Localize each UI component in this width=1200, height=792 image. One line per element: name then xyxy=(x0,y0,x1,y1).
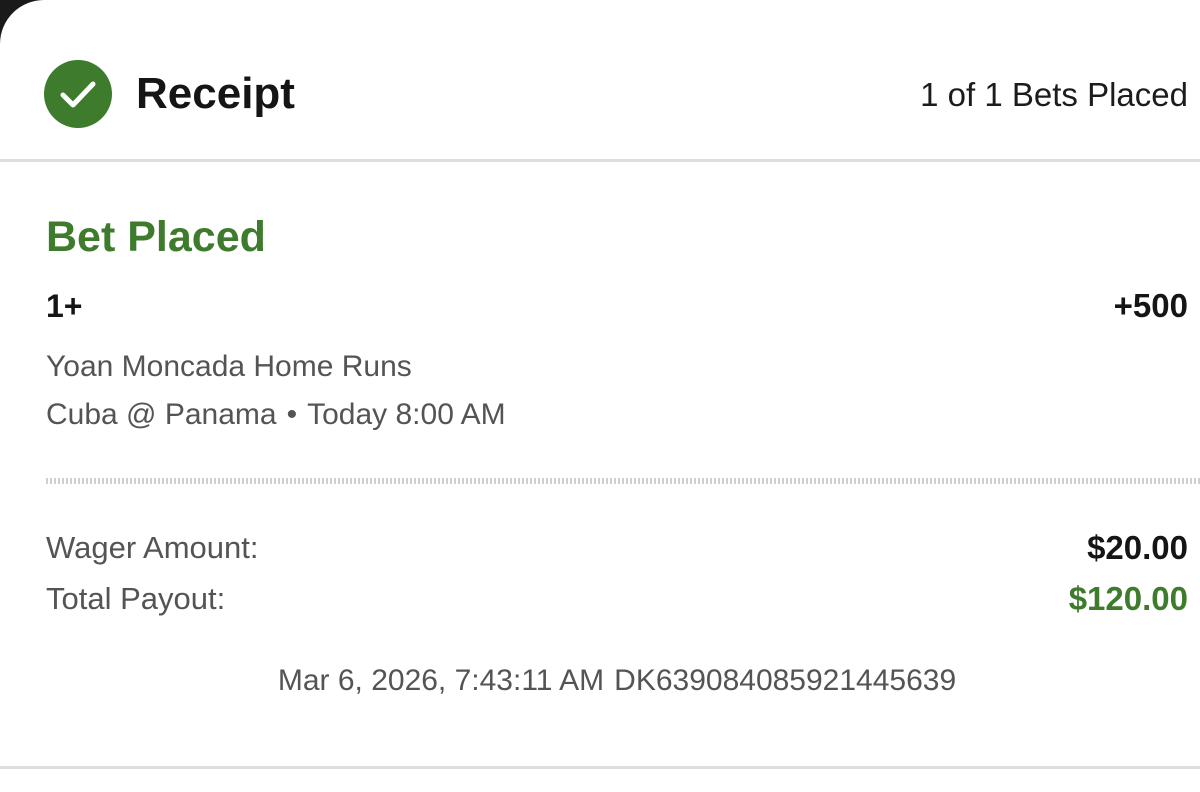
bet-status-title: Bet Placed xyxy=(46,213,266,261)
receipt-sheet: Receipt 1 of 1 Bets Placed Bet Placed 1+… xyxy=(0,0,1200,792)
checkmark-icon xyxy=(60,81,96,108)
dotted-divider xyxy=(46,478,1200,484)
bet-id: DK639084085921445639 xyxy=(614,664,957,697)
receipt-footer: Mar 6, 2026, 7:43:11 AM DK639084085921445… xyxy=(0,662,1200,700)
placed-timestamp: Mar 6, 2026, 7:43:11 AM xyxy=(277,664,605,697)
total-payout-value: $120.00 xyxy=(1068,580,1188,617)
bottom-divider xyxy=(0,766,1200,769)
event-start-time: Today 8:00 AM xyxy=(307,398,506,431)
bet-selection: 1+ xyxy=(46,288,83,324)
checkmark-circle-icon xyxy=(44,60,112,128)
wager-amount-label: Wager Amount: xyxy=(46,530,259,565)
total-payout-label: Total Payout: xyxy=(46,581,226,616)
bets-placed-count: 1 of 1 Bets Placed xyxy=(920,76,1188,113)
wager-amount-value: $20.00 xyxy=(1087,529,1188,566)
bet-market: Yoan Moncada Home Runs xyxy=(46,350,412,383)
event-matchup: Cuba @ Panama xyxy=(46,398,277,431)
receipt-title: Receipt xyxy=(136,69,295,118)
receipt-header: Receipt 1 of 1 Bets Placed xyxy=(0,0,1200,162)
event-line: Cuba @ Panama • Today 8:00 AM xyxy=(46,396,506,434)
bet-odds: +500 xyxy=(1113,287,1188,324)
bullet-separator: • xyxy=(286,398,298,431)
